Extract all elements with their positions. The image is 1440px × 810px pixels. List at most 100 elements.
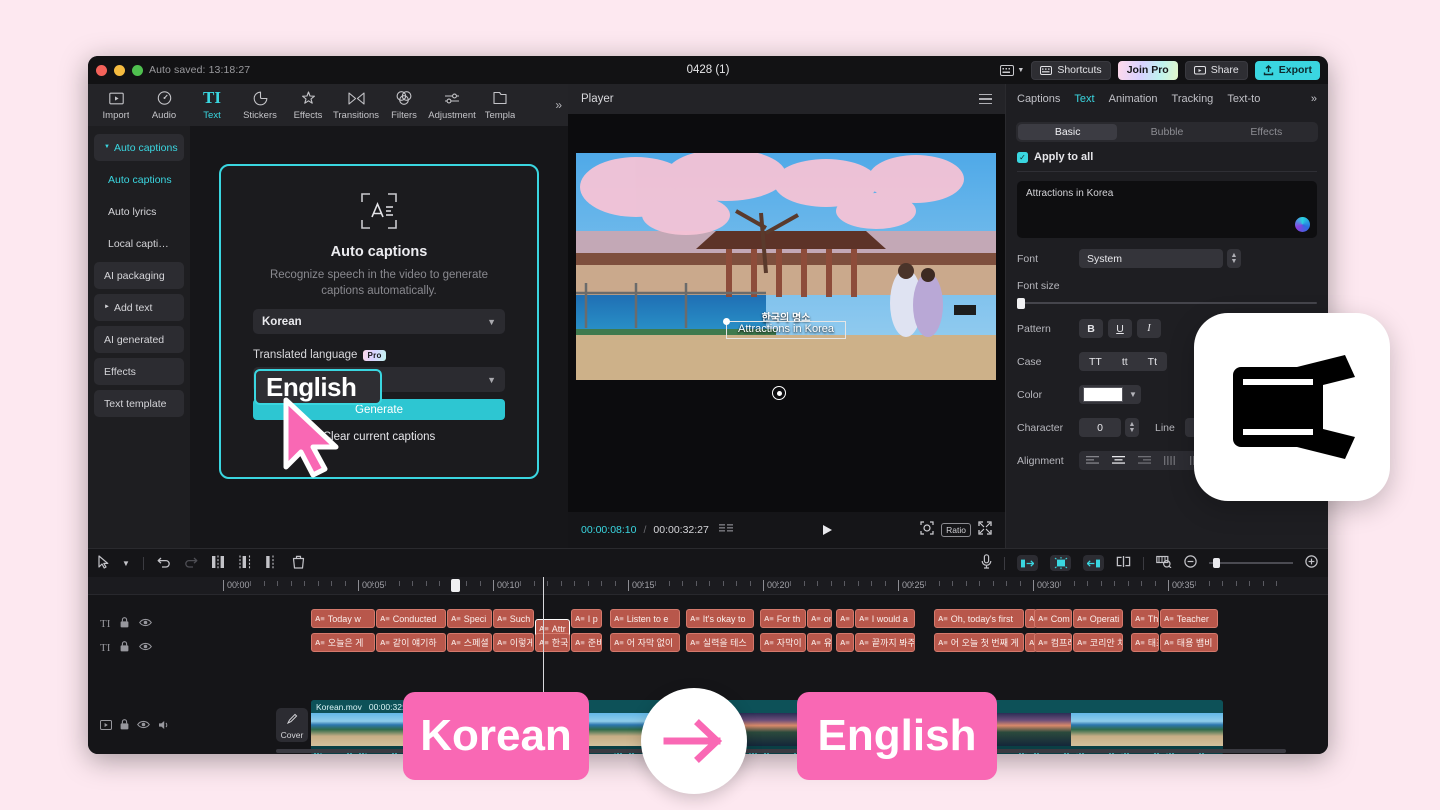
chevron-down-icon[interactable]: ▼: [122, 559, 130, 568]
caption-clip[interactable]: A≡Listen to e: [610, 609, 680, 628]
align-vertical-icon[interactable]: [1157, 456, 1183, 465]
maximize-window-button[interactable]: [132, 65, 143, 76]
tool-template[interactable]: Templa: [476, 90, 524, 121]
caption-clip[interactable]: A≡I would a: [855, 609, 915, 628]
caption-clip[interactable]: A≡어 오늘 첫 번째 게: [934, 633, 1024, 652]
sidebar-item-ai-generated[interactable]: AI generated: [94, 326, 184, 353]
preview-caption-box[interactable]: Attractions in Korea: [726, 321, 846, 339]
caption-clip[interactable]: A≡자막이: [760, 633, 806, 652]
caption-clip[interactable]: A≡이렇게: [493, 633, 534, 652]
keyboard-icon[interactable]: ▼: [1000, 65, 1024, 76]
slider-knob[interactable]: [1017, 298, 1025, 309]
source-language-select[interactable]: Korean ▼: [253, 309, 505, 334]
case-title-button[interactable]: Tt: [1138, 356, 1167, 368]
play-icon[interactable]: [823, 525, 832, 535]
caption-clip[interactable]: A≡on: [807, 609, 832, 628]
caption-clip[interactable]: A≡끝까지 봐주: [855, 633, 915, 652]
tool-import[interactable]: Import: [92, 90, 140, 121]
trim-right-icon[interactable]: [265, 555, 279, 572]
caption-clip[interactable]: A≡It's okay to: [686, 609, 754, 628]
character-stepper[interactable]: ▲▼: [1125, 418, 1139, 437]
tab-tracking[interactable]: Tracking: [1172, 93, 1214, 105]
frames-icon[interactable]: [719, 521, 735, 539]
font-stepper[interactable]: ▲▼: [1227, 249, 1241, 268]
segment-bubble[interactable]: Bubble: [1117, 124, 1216, 140]
video-icon[interactable]: [100, 720, 112, 733]
caption-clip[interactable]: A≡T: [836, 609, 854, 628]
ai-color-icon[interactable]: [1295, 217, 1310, 232]
snap-right-button[interactable]: [1083, 555, 1104, 571]
segment-basic[interactable]: Basic: [1018, 124, 1117, 140]
tool-filters[interactable]: Filters: [380, 90, 428, 121]
sidebar-item-text-template[interactable]: Text template: [94, 390, 184, 417]
sidebar-item-local-captions[interactable]: Local capti…: [94, 230, 184, 257]
case-upper-button[interactable]: TT: [1079, 356, 1112, 368]
caption-clip[interactable]: A≡Such: [493, 609, 534, 628]
apply-to-all-row[interactable]: ✓ Apply to all: [1006, 142, 1328, 171]
caption-clip[interactable]: A≡Speci: [447, 609, 492, 628]
zoom-fit-icon[interactable]: [920, 521, 934, 540]
caption-clip[interactable]: A≡코리안 처: [1073, 633, 1123, 652]
mirror-icon[interactable]: [1116, 556, 1131, 570]
zoom-in-icon[interactable]: [1305, 555, 1318, 571]
tool-adjustment[interactable]: Adjustment: [428, 90, 476, 121]
join-pro-button[interactable]: Join Pro: [1118, 61, 1178, 80]
caption-clip[interactable]: A≡컴프레: [1034, 633, 1072, 652]
caption-clip[interactable]: A≡실력을 테스: [686, 633, 754, 652]
shortcuts-button[interactable]: Shortcuts: [1031, 61, 1110, 80]
caption-clip[interactable]: A≡잠: [836, 633, 854, 652]
eye-icon[interactable]: [139, 618, 152, 630]
color-picker[interactable]: ▼: [1079, 385, 1141, 404]
caption-clip[interactable]: A≡같이 얘기하: [376, 633, 446, 652]
redo-icon[interactable]: [184, 556, 198, 571]
tool-text[interactable]: TI Text: [188, 90, 236, 121]
timeline-ruler[interactable]: 00:00 00:05 00:10 00:15 00:20 00:25 00:3…: [88, 577, 1328, 595]
auto-snap-button[interactable]: [1050, 555, 1071, 571]
lock-icon[interactable]: [120, 641, 129, 655]
hamburger-icon[interactable]: [979, 94, 992, 105]
caption-clip[interactable]: A≡Conducted: [376, 609, 446, 628]
trim-left-icon[interactable]: [238, 555, 252, 572]
snap-left-button[interactable]: [1017, 555, 1038, 571]
font-select[interactable]: System: [1079, 249, 1223, 268]
eye-icon[interactable]: [139, 642, 152, 654]
sidebar-item-effects[interactable]: Effects: [94, 358, 184, 385]
window-controls[interactable]: [96, 65, 143, 76]
caption-clip[interactable]: A≡스페셜: [447, 633, 492, 652]
playhead-knob[interactable]: [451, 579, 460, 592]
underline-button[interactable]: U: [1108, 319, 1132, 338]
caption-clip[interactable]: A≡I p: [571, 609, 602, 628]
export-button[interactable]: Export: [1255, 61, 1320, 80]
tool-effects[interactable]: Effects: [284, 90, 332, 121]
cover-button[interactable]: Cover: [276, 708, 308, 742]
italic-button[interactable]: I: [1137, 319, 1161, 338]
sidebar-item-ai-packaging[interactable]: AI packaging: [94, 262, 184, 289]
lock-icon[interactable]: [120, 719, 129, 733]
sidebar-item-auto-captions[interactable]: Auto captions: [94, 166, 184, 193]
caption-clip[interactable]: A≡Today w: [311, 609, 375, 628]
align-right-icon[interactable]: [1131, 456, 1157, 465]
minimize-window-button[interactable]: [114, 65, 125, 76]
caption-clip[interactable]: A≡Oh, today's first: [934, 609, 1024, 628]
sidebar-item-auto-lyrics[interactable]: Auto lyrics: [94, 198, 184, 225]
tab-text[interactable]: Text: [1074, 93, 1094, 105]
chevron-down-icon[interactable]: ▼: [1017, 67, 1024, 74]
tab-text-to[interactable]: Text-to: [1227, 93, 1260, 105]
segment-effects[interactable]: Effects: [1217, 124, 1316, 140]
caption-clip[interactable]: A≡Operati: [1073, 609, 1123, 628]
case-lower-button[interactable]: tt: [1112, 356, 1138, 368]
caption-clip[interactable]: A≡유: [807, 633, 832, 652]
bold-button[interactable]: B: [1079, 319, 1103, 338]
rotate-icon[interactable]: [772, 386, 786, 400]
undo-icon[interactable]: [157, 556, 171, 571]
delete-icon[interactable]: [292, 555, 305, 572]
caption-clip[interactable]: A≡오늘은 게: [311, 633, 375, 652]
caption-clip[interactable]: A≡Th: [1131, 609, 1159, 628]
tool-stickers[interactable]: Stickers: [236, 90, 284, 121]
video-preview[interactable]: 한국의 명소 Attractions in Korea: [576, 153, 996, 380]
caption-clip[interactable]: A≡Teacher: [1160, 609, 1218, 628]
sidebar-item-auto-captions-group[interactable]: ▼Auto captions: [94, 134, 184, 161]
volume-icon[interactable]: [158, 720, 171, 733]
character-spacing-input[interactable]: 0: [1079, 418, 1121, 437]
tab-animation[interactable]: Animation: [1109, 93, 1158, 105]
